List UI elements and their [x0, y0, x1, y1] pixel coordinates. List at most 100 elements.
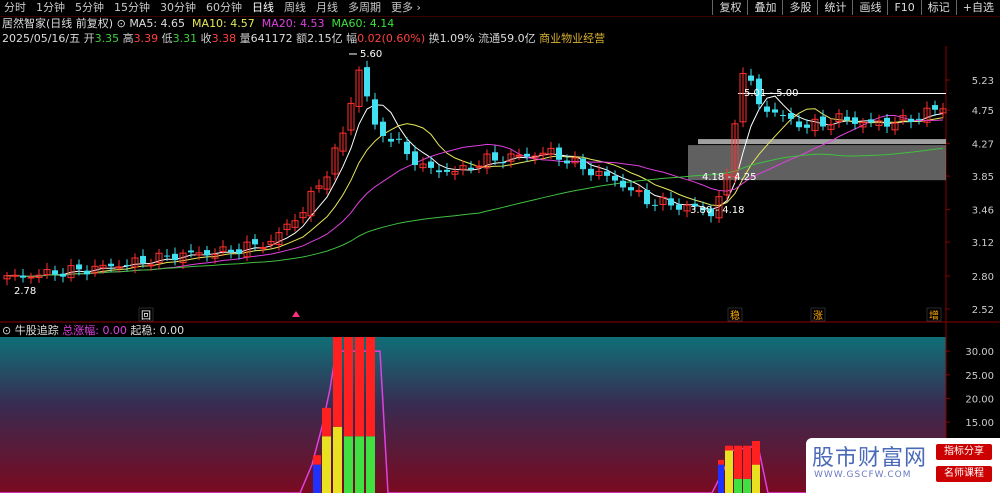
candle-down — [412, 151, 418, 166]
tab-15min[interactable]: 15分钟 — [114, 0, 150, 15]
indicator-name: 牛股追踪 — [14, 324, 59, 337]
candle-down — [140, 255, 146, 264]
ma-info-line: 居然智家(日线 前复权) ⊙ MA5: 4.65 MA10: 4.57 MA20… — [2, 16, 394, 31]
zone-mid-label: 4.18 - 4.25 — [702, 172, 757, 183]
indicator-bar — [366, 436, 375, 493]
price-tick-label: 3.46 — [972, 206, 994, 217]
signal-marker-label: 回 — [141, 310, 151, 322]
tool-buttons: 复权 叠加 多股 统计 画线 F10 标记 +自选 — [712, 0, 1000, 15]
candle-down — [76, 264, 82, 270]
amount-label: 额 — [296, 32, 308, 45]
tab-monthly[interactable]: 月线 — [316, 0, 338, 15]
settings-icon[interactable]: ⊙ — [117, 17, 126, 30]
tab-weekly[interactable]: 周线 — [284, 0, 306, 15]
candle-down — [500, 162, 506, 164]
candle-down — [108, 263, 114, 267]
overlay-button[interactable]: 叠加 — [747, 0, 782, 15]
tab-30min[interactable]: 30分钟 — [160, 0, 196, 15]
indicator-bar — [734, 478, 742, 493]
indicator-bar — [355, 436, 364, 493]
candle-down — [388, 138, 394, 142]
watermark-logo: 股市财富网 WWW.GSCFW.COM 指标分享 名师课程 — [806, 438, 1000, 493]
indicator-bar — [355, 337, 364, 437]
candle-down — [580, 158, 586, 170]
candle-down — [236, 249, 242, 254]
price-tick-label: 2.80 — [972, 272, 994, 283]
candle-down — [908, 118, 914, 122]
tab-more[interactable]: 更多 › — [391, 0, 421, 15]
quote-date: 2025/05/16/五 — [2, 32, 81, 45]
draw-line-button[interactable]: 画线 — [852, 0, 887, 15]
indicator-bar — [313, 455, 321, 465]
indicator-settings-icon[interactable]: ⊙ — [2, 324, 11, 337]
indicator-axis: 30.0025.0020.0015.0010.00 — [946, 347, 994, 453]
candle-down — [468, 167, 474, 170]
price-axis: 5.23 4.75 4.27 3.85 3.46 3.12 2.80 2.52 — [946, 76, 994, 316]
mark-button[interactable]: 标记 — [920, 0, 956, 15]
candle-down — [188, 250, 194, 253]
ma60-label: MA60: — [331, 17, 367, 30]
indicator-tick-label: 15.00 — [965, 418, 994, 429]
indicator-bar — [322, 436, 331, 493]
close-value: 3.38 — [211, 32, 237, 45]
fuquan-button[interactable]: 复权 — [712, 0, 747, 15]
f10-button[interactable]: F10 — [887, 0, 920, 15]
signal-marker-label: 增 — [929, 309, 939, 322]
tab-more-label: 更多 — [391, 1, 413, 14]
logo-tag-course: 名师课程 — [936, 466, 992, 482]
low-price-label: 2.78 — [14, 286, 36, 297]
change-value: 0.02(0.60%) — [357, 32, 426, 45]
candle-down — [404, 141, 410, 155]
indicator-tick-label: 20.00 — [965, 394, 994, 405]
candle-down — [60, 273, 66, 277]
indicator-bar — [734, 445, 742, 479]
candle-down — [884, 117, 890, 127]
price-tick-label: 3.85 — [972, 172, 994, 183]
indicator-bar — [725, 445, 733, 451]
tab-1min[interactable]: 1分钟 — [36, 0, 65, 15]
kline-background — [0, 46, 946, 323]
multi-stock-button[interactable]: 多股 — [782, 0, 817, 15]
indicator-bar — [366, 337, 375, 437]
indicator-background — [0, 337, 946, 493]
add-watchlist-button[interactable]: +自选 — [955, 0, 1000, 15]
candle-down — [372, 99, 378, 125]
indicator-tick-label: 30.00 — [965, 347, 994, 358]
candle-down — [52, 270, 58, 275]
tab-multi[interactable]: 多周期 — [348, 0, 381, 15]
indicator-bar — [725, 450, 733, 493]
candle-down — [764, 106, 770, 112]
turnover-value: 1.09% — [439, 32, 475, 45]
ma20-value: 4.53 — [299, 17, 325, 30]
kline-chart[interactable]: 5.60 2.78 5.01 - 5.00 4.18 - 4.25 3.80 - 4.1… — [0, 46, 1000, 323]
candle-down — [396, 138, 402, 140]
candle-down — [556, 147, 562, 160]
candle-down — [444, 169, 450, 172]
high-value: 3.39 — [133, 32, 159, 45]
tab-daily[interactable]: 日线 — [252, 0, 274, 15]
indicator-k1-value: 0.00 — [102, 324, 127, 337]
tab-fenshi[interactable]: 分时 — [4, 0, 26, 15]
candle-down — [564, 160, 570, 164]
ma5-value: 4.65 — [160, 17, 186, 30]
price-tick-label: 5.23 — [972, 76, 994, 87]
candle-down — [804, 124, 810, 128]
candle-down — [932, 105, 938, 110]
candle-down — [628, 187, 634, 191]
price-tick-label: 3.12 — [972, 238, 994, 249]
tab-5min[interactable]: 5分钟 — [75, 0, 104, 15]
candle-up — [259, 246, 267, 249]
stats-button[interactable]: 统计 — [817, 0, 852, 15]
signal-marker-label: 涨 — [813, 310, 823, 322]
top-toolbar: 分时 1分钟 5分钟 15分钟 30分钟 60分钟 日线 周线 月线 多周期 更… — [0, 0, 1000, 17]
indicator-bar — [333, 426, 342, 493]
change-label: 幅 — [346, 32, 358, 45]
indicator-bar — [752, 464, 760, 493]
indicator-bar — [752, 441, 760, 465]
indicator-bar — [322, 407, 331, 437]
price-tick-label: 4.27 — [972, 140, 994, 151]
candle-down — [252, 239, 258, 245]
period-tabs: 分时 1分钟 5分钟 15分钟 30分钟 60分钟 日线 周线 月线 多周期 更… — [4, 0, 421, 15]
indicator-header: ⊙ 牛股追踪 总涨幅: 0.00 起稳: 0.00 — [2, 323, 184, 338]
tab-60min[interactable]: 60分钟 — [206, 0, 242, 15]
